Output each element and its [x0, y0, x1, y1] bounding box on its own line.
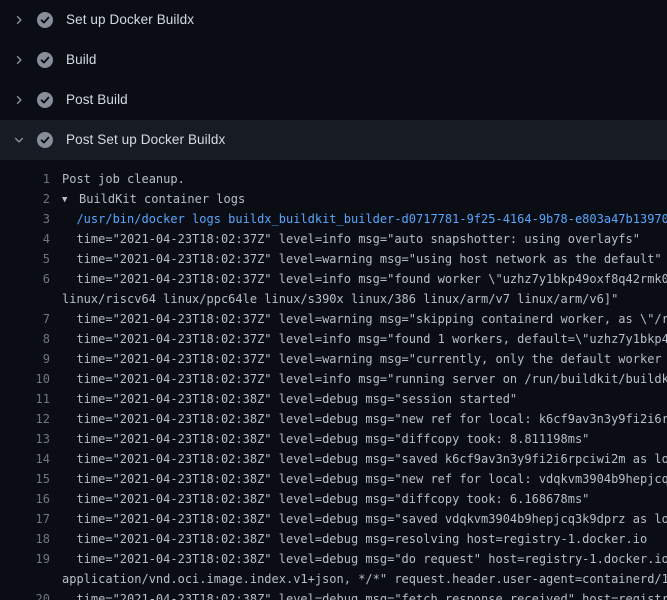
- log-line-text: time="2021-04-23T18:02:38Z" level=debug …: [62, 409, 667, 429]
- log-line-number[interactable]: 8: [0, 329, 50, 349]
- log-line: linux/riscv64 linux/ppc64le linux/s390x …: [0, 289, 667, 309]
- log-line-text: time="2021-04-23T18:02:38Z" level=debug …: [62, 589, 667, 600]
- log-line-text: time="2021-04-23T18:02:37Z" level=info m…: [62, 369, 667, 389]
- step-label: Post Build: [66, 92, 128, 108]
- log-line-text: time="2021-04-23T18:02:38Z" level=debug …: [62, 429, 589, 449]
- check-circle-icon: [37, 12, 53, 28]
- log-line-text: time="2021-04-23T18:02:38Z" level=debug …: [62, 469, 667, 489]
- step-list: Set up Docker Buildx Build P: [0, 0, 667, 160]
- log-line: 20 time="2021-04-23T18:02:38Z" level=deb…: [0, 589, 667, 600]
- log-line-number[interactable]: 16: [0, 489, 50, 509]
- log-line-text: time="2021-04-23T18:02:38Z" level=debug …: [62, 509, 667, 529]
- log-line-text: time="2021-04-23T18:02:37Z" level=info m…: [62, 329, 667, 349]
- log-line-text: time="2021-04-23T18:02:37Z" level=warnin…: [62, 249, 662, 269]
- log-line-text: time="2021-04-23T18:02:37Z" level=warnin…: [62, 349, 667, 369]
- log-line-number[interactable]: 3: [0, 209, 50, 229]
- step-row-3[interactable]: Post Build: [0, 80, 667, 120]
- log-line: 4 time="2021-04-23T18:02:37Z" level=info…: [0, 229, 667, 249]
- log-line-text: time="2021-04-23T18:02:38Z" level=debug …: [62, 389, 517, 409]
- log-line-number[interactable]: 1: [0, 169, 50, 189]
- log-group-expander-icon[interactable]: ▼: [62, 190, 79, 210]
- log-line-number[interactable]: 13: [0, 429, 50, 449]
- check-circle-icon: [37, 52, 53, 68]
- log-line: 10 time="2021-04-23T18:02:37Z" level=inf…: [0, 369, 667, 389]
- log-line-number[interactable]: [0, 569, 50, 589]
- log-line: 8 time="2021-04-23T18:02:37Z" level=info…: [0, 329, 667, 349]
- log-line: 13 time="2021-04-23T18:02:38Z" level=deb…: [0, 429, 667, 449]
- log-line: 9 time="2021-04-23T18:02:37Z" level=warn…: [0, 349, 667, 369]
- log-line-text: ▼BuildKit container logs: [62, 189, 245, 209]
- actions-log-viewer: Set up Docker Buildx Build P: [0, 0, 667, 600]
- chevron-right-icon: [13, 54, 25, 66]
- log-line-number[interactable]: 18: [0, 529, 50, 549]
- chevron-down-icon: [13, 134, 25, 146]
- chevron-right-icon: [13, 94, 25, 106]
- step-row-4[interactable]: Post Set up Docker Buildx: [0, 120, 667, 160]
- log-line-text: application/vnd.oci.image.index.v1+json,…: [62, 569, 667, 589]
- step-row-1[interactable]: Set up Docker Buildx: [0, 0, 667, 40]
- step-label: Post Set up Docker Buildx: [66, 132, 225, 148]
- log-line-number[interactable]: 20: [0, 589, 50, 600]
- log-line: 7 time="2021-04-23T18:02:37Z" level=warn…: [0, 309, 667, 329]
- log-line-text: Post job cleanup.: [62, 169, 185, 189]
- log-line-number[interactable]: 5: [0, 249, 50, 269]
- log-line-number[interactable]: 10: [0, 369, 50, 389]
- step-label: Set up Docker Buildx: [66, 12, 194, 28]
- log-line: 11 time="2021-04-23T18:02:38Z" level=deb…: [0, 389, 667, 409]
- log-line-text: time="2021-04-23T18:02:38Z" level=debug …: [62, 489, 589, 509]
- log-line-number[interactable]: 2: [0, 189, 50, 209]
- log-line-text: time="2021-04-23T18:02:37Z" level=info m…: [62, 269, 667, 289]
- log-line: 16 time="2021-04-23T18:02:38Z" level=deb…: [0, 489, 667, 509]
- log-line: 17 time="2021-04-23T18:02:38Z" level=deb…: [0, 509, 667, 529]
- log-line-text: time="2021-04-23T18:02:37Z" level=warnin…: [62, 309, 667, 329]
- log-line: 19 time="2021-04-23T18:02:38Z" level=deb…: [0, 549, 667, 569]
- log-line-number[interactable]: 17: [0, 509, 50, 529]
- log-line-text: time="2021-04-23T18:02:37Z" level=info m…: [62, 229, 640, 249]
- log-line-number[interactable]: 6: [0, 269, 50, 289]
- log-line-text: time="2021-04-23T18:02:38Z" level=debug …: [62, 549, 667, 569]
- log-line-number[interactable]: 4: [0, 229, 50, 249]
- log-line: 3 /usr/bin/docker logs buildx_buildkit_b…: [0, 209, 667, 229]
- log-line: 5 time="2021-04-23T18:02:37Z" level=warn…: [0, 249, 667, 269]
- log-line-number[interactable]: 12: [0, 409, 50, 429]
- check-circle-icon: [37, 92, 53, 108]
- log-line: 14 time="2021-04-23T18:02:38Z" level=deb…: [0, 449, 667, 469]
- log-line-number[interactable]: [0, 289, 50, 309]
- chevron-right-icon: [13, 14, 25, 26]
- log-line-text: time="2021-04-23T18:02:38Z" level=debug …: [62, 449, 667, 469]
- log-line: 2 ▼BuildKit container logs: [0, 189, 667, 209]
- log-line: 6 time="2021-04-23T18:02:37Z" level=info…: [0, 269, 667, 289]
- log-line: 1 Post job cleanup.: [0, 169, 667, 189]
- log-line-number[interactable]: 15: [0, 469, 50, 489]
- log-line-number[interactable]: 7: [0, 309, 50, 329]
- log-line: 18 time="2021-04-23T18:02:38Z" level=deb…: [0, 529, 667, 549]
- log-line: 15 time="2021-04-23T18:02:38Z" level=deb…: [0, 469, 667, 489]
- log-output: 1 Post job cleanup. 2 ▼BuildKit containe…: [0, 160, 667, 600]
- command-line-text: /usr/bin/docker logs buildx_buildkit_bui…: [62, 209, 667, 229]
- log-line: application/vnd.oci.image.index.v1+json,…: [0, 569, 667, 589]
- log-line: 12 time="2021-04-23T18:02:38Z" level=deb…: [0, 409, 667, 429]
- step-label: Build: [66, 52, 97, 68]
- step-row-2[interactable]: Build: [0, 40, 667, 80]
- log-line-number[interactable]: 9: [0, 349, 50, 369]
- log-line-number[interactable]: 14: [0, 449, 50, 469]
- log-line-text: linux/riscv64 linux/ppc64le linux/s390x …: [62, 289, 618, 309]
- log-line-text: time="2021-04-23T18:02:38Z" level=debug …: [62, 529, 647, 549]
- log-line-number[interactable]: 19: [0, 549, 50, 569]
- log-line-number[interactable]: 11: [0, 389, 50, 409]
- check-circle-icon: [37, 132, 53, 148]
